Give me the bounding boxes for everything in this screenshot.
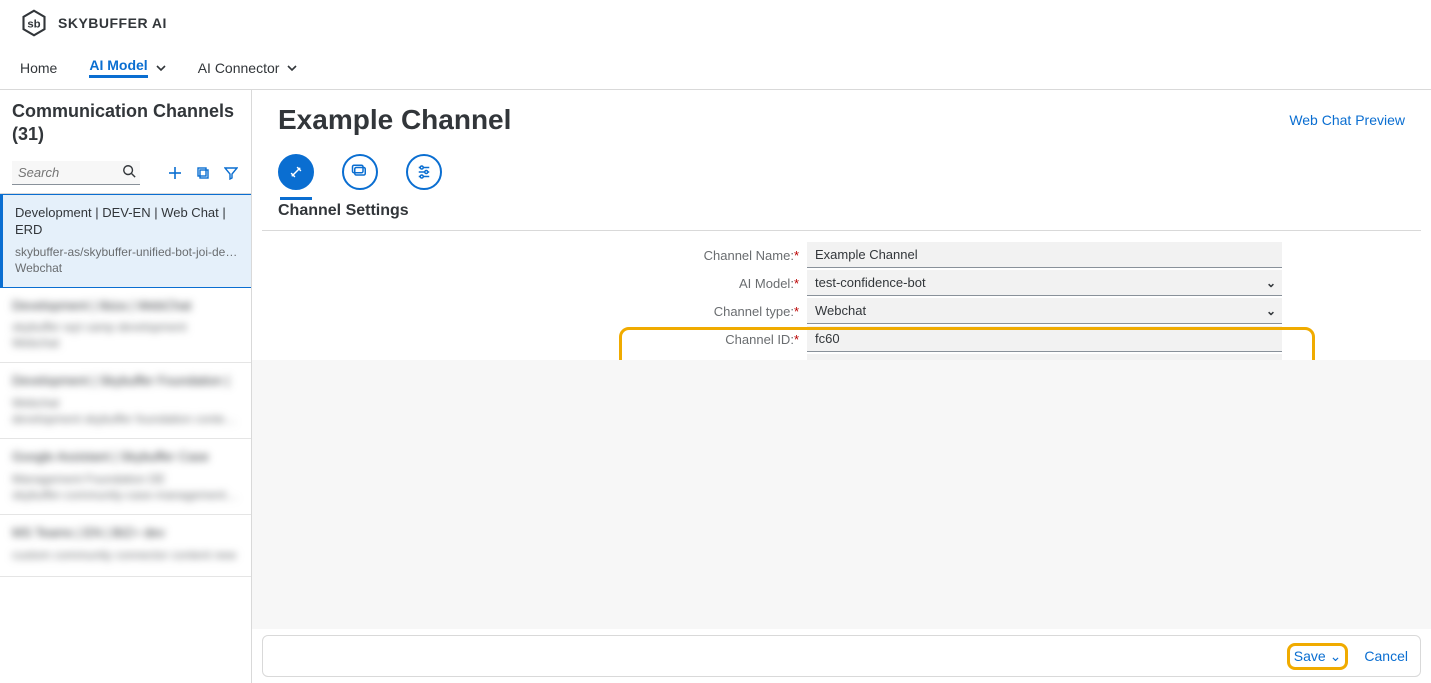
- cancel-button[interactable]: Cancel: [1364, 648, 1408, 664]
- chevron-down-icon: ⌄: [1266, 304, 1276, 318]
- sidebar-title: Communication Channels (31): [0, 90, 251, 157]
- list-item-title: Google Assistant | Skybuffer Case: [12, 449, 239, 466]
- list-item[interactable]: Google Assistant | Skybuffer Case Manage…: [0, 439, 251, 515]
- app-logo: sb: [20, 9, 48, 37]
- tab-icons: [252, 136, 1431, 198]
- page-header: Example Channel Web Chat Preview: [252, 90, 1431, 136]
- list-item-title: MS Teams | EN | BIZ+ dev: [12, 525, 239, 542]
- label-channel-type: Channel type:*: [252, 304, 807, 319]
- page-title: Example Channel: [278, 104, 511, 136]
- list-item-sub: custom community connector content new: [12, 548, 239, 562]
- label-channel-name: Channel Name:*: [252, 248, 807, 263]
- list-item[interactable]: Development | Ibiza | WebChat skybuffer …: [0, 288, 251, 364]
- list-item-title: Development | DEV-EN | Web Chat | ERD: [15, 205, 239, 239]
- nav-home-label: Home: [20, 60, 57, 76]
- filter-icon[interactable]: [221, 163, 241, 183]
- nav-ai-model[interactable]: AI Model: [89, 47, 165, 88]
- channel-list: Development | DEV-EN | Web Chat | ERD sk…: [0, 194, 251, 683]
- svg-text:sb: sb: [27, 18, 40, 30]
- select-channel-type-value: Webchat: [815, 303, 866, 318]
- label-channel-id: Channel ID:*: [252, 332, 807, 347]
- save-button[interactable]: Save ⌄: [1294, 648, 1342, 665]
- add-icon[interactable]: [165, 163, 185, 183]
- web-chat-preview-link[interactable]: Web Chat Preview: [1289, 112, 1405, 128]
- save-button-label: Save: [1294, 648, 1326, 664]
- list-item-sub: Webchat: [12, 396, 239, 410]
- list-item-sub: Webchat: [15, 261, 239, 275]
- nav-ai-connector[interactable]: AI Connector: [198, 50, 298, 86]
- save-highlight-annotation: Save ⌄: [1287, 643, 1349, 670]
- footer-bar: Save ⌄ Cancel: [262, 635, 1421, 677]
- form-area: Channel Name:* AI Model:* test-confidenc…: [252, 231, 1431, 360]
- tab-display-icon[interactable]: [342, 154, 378, 190]
- list-item-title: Development | Ibiza | WebChat: [12, 298, 239, 315]
- empty-area: [252, 360, 1431, 630]
- label-ai-model: AI Model:*: [252, 276, 807, 291]
- select-ai-model-value: test-confidence-bot: [815, 275, 926, 290]
- list-item[interactable]: Development | DEV-EN | Web Chat | ERD sk…: [0, 194, 251, 288]
- sidebar-toolbar: [0, 157, 251, 194]
- section-title: Channel Settings: [262, 198, 1421, 231]
- list-item[interactable]: Development | Skybuffer Foundation | Web…: [0, 363, 251, 439]
- main-panel: Example Channel Web Chat Preview: [252, 90, 1431, 683]
- search-wrapper: [12, 161, 140, 185]
- chevron-down-icon: [287, 60, 297, 76]
- list-item[interactable]: MS Teams | EN | BIZ+ dev custom communit…: [0, 515, 251, 577]
- chevron-down-icon: [156, 60, 166, 76]
- copy-icon[interactable]: [193, 163, 213, 183]
- select-channel-type[interactable]: Webchat ⌄: [807, 298, 1282, 324]
- list-item-sub: skybuffer-community-case-management-goog…: [12, 488, 239, 502]
- search-input[interactable]: [12, 161, 140, 185]
- select-survey-id-value: 50000019_012 Exit Survey: [815, 359, 971, 360]
- select-survey-id[interactable]: 50000019_012 Exit Survey ⌄: [807, 354, 1282, 360]
- brand-text: SKYBUFFER AI: [58, 15, 167, 31]
- nav-ai-connector-label: AI Connector: [198, 60, 280, 76]
- nav-home[interactable]: Home: [20, 50, 57, 86]
- nav-ai-model-label: AI Model: [89, 57, 147, 78]
- list-item-sub: skybuffer-as/skybuffer-unified-bot-joi-d…: [15, 245, 239, 259]
- select-ai-model[interactable]: test-confidence-bot ⌄: [807, 270, 1282, 296]
- list-item-sub: skybuffer wyt camp development: [12, 320, 239, 334]
- input-channel-name[interactable]: [807, 242, 1282, 268]
- tab-settings-icon[interactable]: [278, 154, 314, 190]
- sidebar: Communication Channels (31) Development …: [0, 90, 252, 683]
- chevron-down-icon: ⌄: [1266, 276, 1276, 290]
- list-item-title: Development | Skybuffer Foundation |: [12, 373, 239, 390]
- search-icon[interactable]: [122, 164, 136, 183]
- list-item-sub: Management Foundation DE: [12, 472, 239, 486]
- app-header: sb SKYBUFFER AI: [0, 0, 1431, 46]
- top-nav: Home AI Model AI Connector: [0, 46, 1431, 90]
- list-item-sub: Webchat: [12, 336, 239, 350]
- tab-sliders-icon[interactable]: [406, 154, 442, 190]
- input-channel-id[interactable]: [807, 326, 1282, 352]
- list-item-sub: development skybuffer foundation content…: [12, 412, 239, 426]
- chevron-down-icon: ⌄: [1330, 648, 1342, 665]
